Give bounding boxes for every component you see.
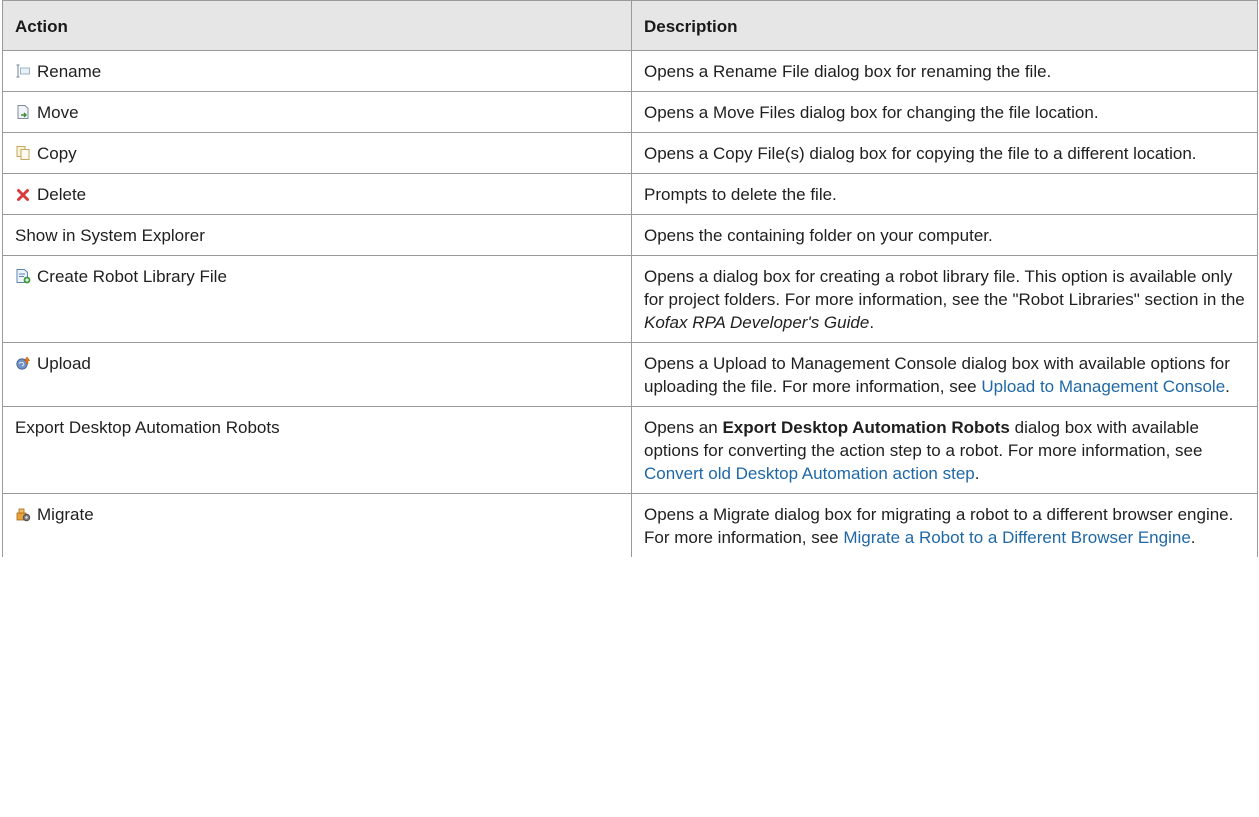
action-cell: Move: [2, 91, 632, 133]
action-label: Create Robot Library File: [37, 267, 227, 286]
move-icon: [15, 103, 31, 119]
action-cell: Delete: [2, 173, 632, 215]
copy-icon: [15, 144, 31, 160]
table-row: Copy Opens a Copy File(s) dialog box for…: [2, 132, 1258, 174]
action-label: Export Desktop Automation Robots: [15, 418, 280, 437]
action-cell: Copy: [2, 132, 632, 174]
description-cell: Opens an Export Desktop Automation Robot…: [631, 406, 1258, 494]
table-row: Show in System Explorer Opens the contai…: [2, 214, 1258, 256]
action-cell: Migrate: [2, 493, 632, 557]
description-cell: Opens a Rename File dialog box for renam…: [631, 50, 1258, 92]
action-label: Copy: [37, 144, 77, 163]
delete-icon: [15, 185, 31, 201]
table-row: Rename Opens a Rename File dialog box fo…: [2, 50, 1258, 92]
convert-step-link[interactable]: Convert old Desktop Automation action st…: [644, 464, 975, 483]
description-cell: Prompts to delete the file.: [631, 173, 1258, 215]
action-label: Upload: [37, 354, 91, 373]
header-description: Description: [631, 0, 1258, 51]
rename-icon: [15, 62, 31, 78]
table-row: Move Opens a Move Files dialog box for c…: [2, 91, 1258, 133]
actions-table: Action Description Rename Opens a Rename…: [2, 0, 1258, 557]
action-label: Show in System Explorer: [15, 226, 205, 245]
action-cell: Create Robot Library File: [2, 255, 632, 343]
action-label: Delete: [37, 185, 87, 204]
action-cell: Show in System Explorer: [2, 214, 632, 256]
upload-link[interactable]: Upload to Management Console: [981, 377, 1225, 396]
action-label: Migrate: [37, 505, 94, 524]
table-row: Migrate Opens a Migrate dialog box for m…: [2, 493, 1258, 557]
action-cell: Upload: [2, 342, 632, 407]
dialog-name: Export Desktop Automation Robots: [722, 418, 1010, 437]
description-cell: Opens a Upload to Management Console dia…: [631, 342, 1258, 407]
guide-title: Kofax RPA Developer's Guide: [644, 313, 870, 332]
table-row: Create Robot Library File Opens a dialog…: [2, 255, 1258, 343]
action-label: Move: [37, 103, 79, 122]
table-row: Export Desktop Automation Robots Opens a…: [2, 406, 1258, 494]
table-row: Upload Opens a Upload to Management Cons…: [2, 342, 1258, 407]
action-cell: Rename: [2, 50, 632, 92]
header-action: Action: [2, 0, 632, 51]
description-cell: Opens a Copy File(s) dialog box for copy…: [631, 132, 1258, 174]
description-cell: Opens a dialog box for creating a robot …: [631, 255, 1258, 343]
action-label: Rename: [37, 62, 102, 81]
action-cell: Export Desktop Automation Robots: [2, 406, 632, 494]
migrate-link[interactable]: Migrate a Robot to a Different Browser E…: [843, 528, 1190, 547]
robot-library-icon: [15, 267, 31, 284]
description-cell: Opens a Migrate dialog box for migrating…: [631, 493, 1258, 557]
description-cell: Opens the containing folder on your comp…: [631, 214, 1258, 256]
upload-icon: [15, 354, 31, 370]
header-row: Action Description: [2, 0, 1258, 51]
description-cell: Opens a Move Files dialog box for changi…: [631, 91, 1258, 133]
migrate-icon: [15, 505, 31, 522]
table-row: Delete Prompts to delete the file.: [2, 173, 1258, 215]
